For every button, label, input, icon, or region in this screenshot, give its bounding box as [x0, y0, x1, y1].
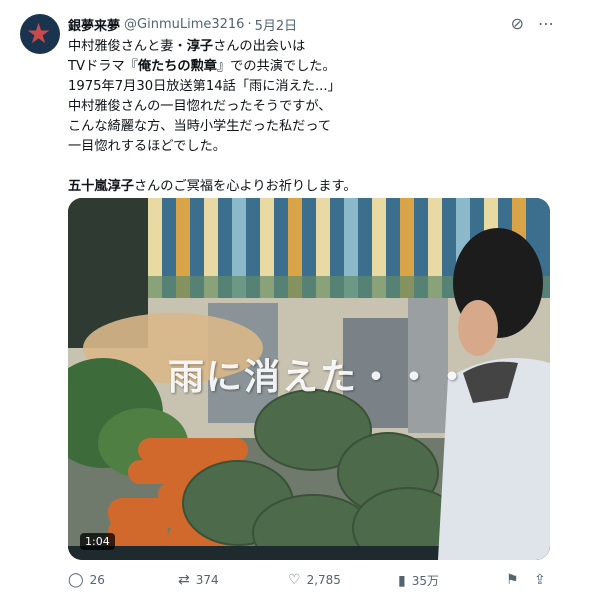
like-icon: ♡ — [288, 572, 301, 588]
reply-icon: ◯ — [68, 572, 84, 588]
tweet[interactable]: ★ 銀夢来夢 @GinmuLime3216 · 5月2日 ⊘ ⋯ 中村雅俊さんと… — [0, 0, 590, 602]
like-button[interactable]: ♡ 2,785 — [288, 572, 341, 588]
text-line: 中村雅俊さんの一目惚れだったそうですが、 — [68, 99, 332, 114]
repost-button[interactable]: ⇄ 374 — [178, 572, 219, 588]
avatar[interactable]: ★ — [20, 14, 60, 54]
grok-icon[interactable]: ⊘ — [511, 14, 524, 33]
repost-count: 374 — [195, 573, 219, 587]
post-date[interactable]: 5月2日 — [255, 15, 298, 34]
header-actions: ⊘ ⋯ — [511, 14, 554, 33]
author-name[interactable]: 銀夢来夢 — [68, 15, 120, 34]
share-icon: ⇪ — [534, 572, 546, 588]
reply-count: 26 — [89, 573, 105, 587]
video-caption: 雨に消えた・・・ — [168, 356, 473, 398]
views-count: 35万 — [411, 574, 439, 588]
author-handle[interactable]: @GinmuLime3216 — [124, 17, 244, 32]
like-count: 2,785 — [306, 573, 341, 587]
share-button[interactable]: ⇪ — [534, 572, 546, 588]
text-line: 五十嵐淳子さんのご冥福を心よりお祈りします。 — [68, 179, 357, 194]
text-line: TVドラマ『俺たちの勲章』での共演でした。 — [68, 59, 336, 74]
text-line: 中村雅俊さんと妻・淳子さんの出会いは — [68, 39, 306, 54]
video-duration: 1:04 — [80, 533, 115, 550]
bookmark-button[interactable]: ⚑ — [506, 572, 519, 588]
text-line: 一目惚れするほどでした。 — [68, 139, 226, 154]
repost-icon: ⇄ — [178, 572, 190, 588]
views-icon: ▮ — [398, 572, 406, 589]
text-line: こんな綺麗な方、当時小学生だった私だって — [68, 119, 332, 134]
tweet-actions: ◯ 26 ⇄ 374 ♡ 2,785 ▮ 35万 ⚑ ⇪ — [68, 572, 550, 594]
views-button[interactable]: ▮ 35万 — [398, 572, 439, 589]
tweet-text: 中村雅俊さんと妻・淳子さんの出会いは TVドラマ『俺たちの勲章』での共演でした。… — [68, 37, 568, 197]
bookmark-icon: ⚑ — [506, 572, 519, 588]
text-line: 1975年7月30日放送第14話「雨に消えた...」 — [68, 79, 341, 94]
video-player[interactable]: 雨に消えた・・・ 1:04 — [68, 198, 550, 560]
reply-button[interactable]: ◯ 26 — [68, 572, 105, 588]
separator: · — [247, 16, 252, 32]
star-icon: ★ — [26, 17, 52, 50]
more-icon[interactable]: ⋯ — [538, 14, 554, 33]
tweet-header: 銀夢来夢 @GinmuLime3216 · 5月2日 — [68, 14, 297, 34]
